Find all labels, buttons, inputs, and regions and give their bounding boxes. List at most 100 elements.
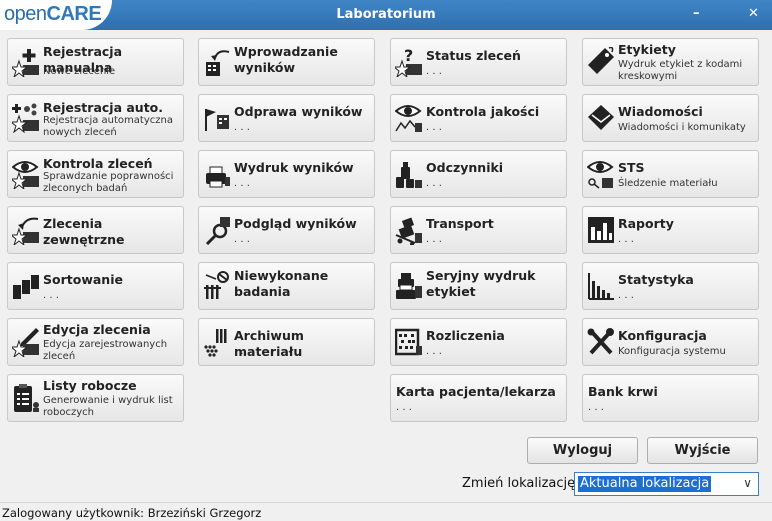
tile-sts[interactable]: STS Śledzenie materiału xyxy=(582,150,759,198)
arrow-tube-icon xyxy=(206,50,230,76)
tile-archiwum-materialu[interactable]: Archiwum materiału . . . xyxy=(198,318,375,366)
pencil-star-icon xyxy=(12,328,39,357)
tile-rejestracja-manualna[interactable]: Rejestracja manualna Nowe zlecenie xyxy=(7,38,184,86)
status-bar: Zalogowany użytkownik: Brzeziński Grzego… xyxy=(0,502,772,521)
tile-subtitle: Edycja zarejestrowanych zleceń xyxy=(43,339,168,362)
eye-key-icon xyxy=(587,161,614,189)
gear-plus-star-icon xyxy=(12,103,39,133)
tile-wprowadzanie-wynikow[interactable]: Wprowadzanie wyników xyxy=(198,38,375,86)
tile-subtitle: Śledzenie materiału xyxy=(618,178,718,189)
tile-label: Rejestracja auto. xyxy=(43,100,164,115)
tile-subtitle: . . . xyxy=(426,346,442,357)
tile-label: Transport xyxy=(426,216,494,231)
tile-label: Odczynniki xyxy=(426,160,504,175)
tile-label: Karta pacjenta/lekarza xyxy=(396,384,556,399)
tile-label: Statystyka xyxy=(618,272,694,287)
tile-seryjny-wydruk-etykiet[interactable]: Seryjny wydruk etykiet xyxy=(390,262,567,310)
tile-kontrola-zlecen[interactable]: Kontrola zleceń Sprawdzanie poprawności … xyxy=(7,150,184,198)
tile-subtitle: . . . xyxy=(618,234,634,245)
tile-subtitle: . . . xyxy=(43,234,59,245)
tile-label: Sortowanie xyxy=(43,272,123,287)
window-title: Laboratorium xyxy=(336,7,436,22)
tile-rozliczenia[interactable]: Rozliczenia . . . xyxy=(390,318,567,366)
tile-subtitle: Generowanie i wydruk list roboczych xyxy=(43,395,173,418)
tile-podglad-wynikow[interactable]: Podgląd wyników . . . xyxy=(198,206,375,254)
tile-label: STS xyxy=(618,160,645,175)
tile-wydruk-wynikow[interactable]: Wydruk wyników . . . xyxy=(198,150,375,198)
close-button[interactable]: ✕ xyxy=(748,6,759,21)
location-label: Zmień lokalizację: xyxy=(462,476,580,491)
tile-transport[interactable]: Transport . . . xyxy=(390,206,567,254)
tile-subtitle: . . . xyxy=(43,290,59,301)
eye-star-icon xyxy=(12,161,39,189)
tile-niewykonane-badania[interactable]: Niewykonane badania xyxy=(198,262,375,310)
tile-raporty[interactable]: Raporty . . . xyxy=(582,206,759,254)
envelope-icon xyxy=(588,105,614,130)
exit-button[interactable]: Wyjście xyxy=(647,437,758,464)
tile-edycja-zlecenia[interactable]: Edycja zlecenia Edycja zarejestrowanych … xyxy=(7,318,184,366)
tile-subtitle: . . . xyxy=(426,234,442,245)
tile-bank-krwi[interactable]: Bank krwi . . . xyxy=(582,374,759,422)
minimize-button[interactable]: – xyxy=(693,6,700,21)
tile-label: Konfiguracja xyxy=(618,328,707,343)
clipboard-icon xyxy=(14,384,39,412)
tile-subtitle: . . . xyxy=(588,402,604,413)
tile-subtitle: . . . xyxy=(234,346,250,357)
tile-label: Podgląd wyników xyxy=(234,216,357,231)
plus-star-icon xyxy=(12,49,39,77)
tile-listy-robocze[interactable]: Listy robocze Generowanie i wydruk list … xyxy=(7,374,184,422)
abacus-icon xyxy=(395,328,422,356)
tile-subtitle: . . . xyxy=(234,122,250,133)
tile-subtitle: Wiadomości i komunikaty xyxy=(618,122,746,133)
label-printer-icon xyxy=(396,273,422,299)
tile-rejestracja-auto[interactable]: Rejestracja auto. Rejestracja automatycz… xyxy=(7,94,184,142)
tile-label: Wiadomości xyxy=(618,104,703,119)
tile-sortowanie[interactable]: Sortowanie . . . xyxy=(7,262,184,310)
tile-status-zlecen[interactable]: ? Status zleceń . . . xyxy=(390,38,567,86)
sort-blocks-icon xyxy=(13,275,39,299)
tile-subtitle: Rejestracja automatyczna nowych zleceń xyxy=(43,115,173,138)
tile-label: Niewykonane badania xyxy=(234,268,329,299)
archive-icon xyxy=(204,329,227,357)
bar-chart-icon xyxy=(588,273,614,300)
tile-label: Bank krwi xyxy=(588,384,658,399)
tile-konfiguracja[interactable]: Konfiguracja Konfiguracja systemu xyxy=(582,318,759,366)
tile-label: Rozliczenia xyxy=(426,328,505,343)
tile-label: Status zleceń xyxy=(426,48,521,63)
location-value: Aktualna lokalizacja xyxy=(578,476,712,492)
printer-icon xyxy=(206,166,230,188)
tile-etykiety[interactable]: Etykiety Wydruk etykiet z kodami kreskow… xyxy=(582,38,759,86)
eye-chart-icon xyxy=(395,105,422,132)
tile-subtitle: . . . xyxy=(426,178,442,189)
report-chart-icon xyxy=(588,217,614,243)
tile-subtitle: . . . xyxy=(234,178,250,189)
tile-label: Kontrola zleceń xyxy=(43,156,153,171)
tile-label: Edycja zlecenia xyxy=(43,322,151,337)
question-star-icon: ? xyxy=(395,47,422,77)
tile-zlecenia-zewnetrzne[interactable]: Zlecenia zewnętrzne . . . xyxy=(7,206,184,254)
arrow-star-icon xyxy=(12,217,39,245)
logout-button[interactable]: Wyloguj xyxy=(527,437,638,464)
svg-text:?: ? xyxy=(404,47,413,65)
tile-subtitle: Nowe zlecenie xyxy=(43,66,116,77)
cart-icon xyxy=(395,217,422,245)
no-tubes-icon xyxy=(204,271,229,299)
tile-wiadomosci[interactable]: Wiadomości Wiadomości i komunikaty xyxy=(582,94,759,142)
tile-odprawa-wynikow[interactable]: Odprawa wyników . . . xyxy=(198,94,375,142)
location-select[interactable]: Aktualna lokalizacja ∨ xyxy=(574,472,759,496)
tile-kontrola-jakosci[interactable]: Kontrola jakości . . . xyxy=(390,94,567,142)
chevron-down-icon: ∨ xyxy=(743,476,752,490)
flags-icon xyxy=(205,109,229,131)
tile-label: Odprawa wyników xyxy=(234,104,363,119)
tag-icon xyxy=(588,47,614,74)
tile-subtitle: Wydruk etykiet z kodami kreskowymi xyxy=(618,59,743,82)
tile-subtitle: . . . xyxy=(396,402,412,413)
tile-label: Wprowadzanie wyników xyxy=(234,44,338,75)
tools-icon xyxy=(587,328,614,355)
tile-odczynniki[interactable]: Odczynniki . . . xyxy=(390,150,567,198)
reagents-icon xyxy=(396,162,422,188)
tile-label: Wydruk wyników xyxy=(234,160,354,175)
tile-karta-pacjenta[interactable]: Karta pacjenta/lekarza . . . xyxy=(390,374,567,422)
tile-subtitle: . . . xyxy=(426,122,442,133)
tile-statystyka[interactable]: Statystyka . . . xyxy=(582,262,759,310)
